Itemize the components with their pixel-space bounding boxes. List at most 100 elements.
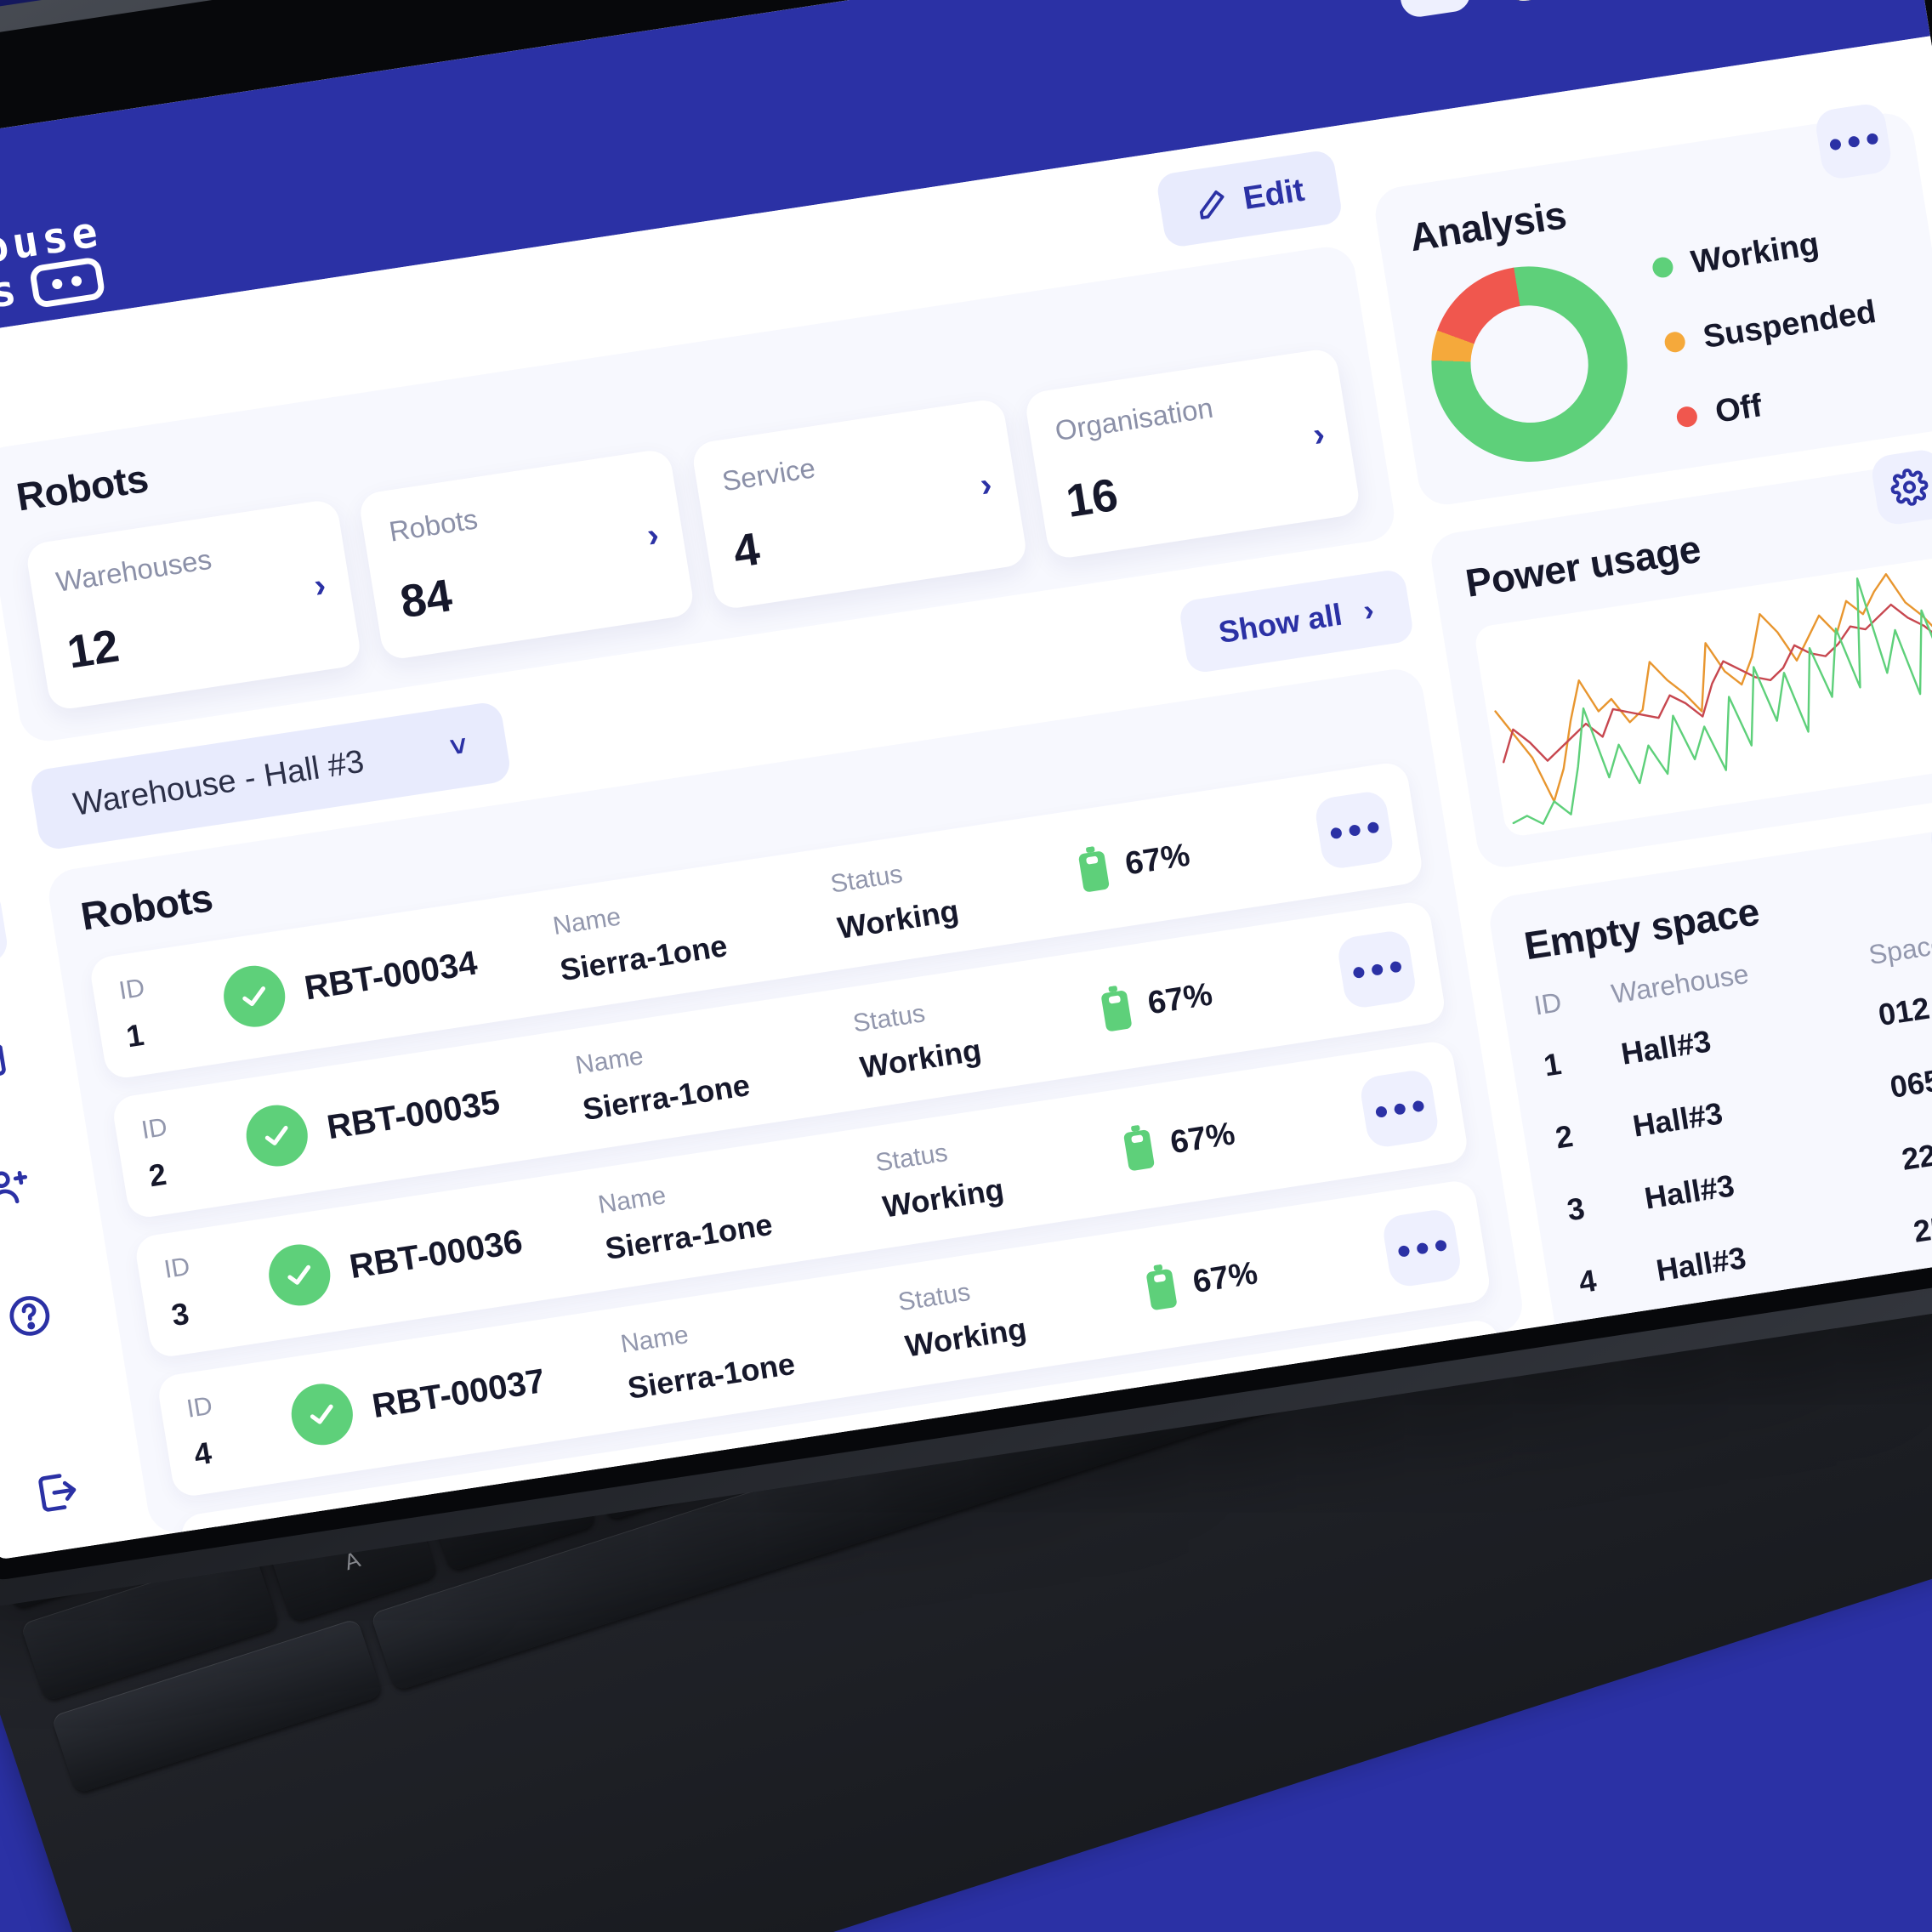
dot <box>1415 1242 1429 1255</box>
robot-eye-right <box>71 275 82 287</box>
robot-battery-cell: 67% <box>1143 1230 1390 1312</box>
column-header-id: ID <box>1531 986 1564 1021</box>
notifications-button[interactable] <box>1393 0 1474 20</box>
robot-id-cell: ID 3 <box>162 1241 276 1333</box>
analysis-legend: Working Suspended Off <box>1650 219 1890 436</box>
stat-value: 84 <box>396 570 456 628</box>
edit-label: Edit <box>1241 172 1307 217</box>
sidebar-item-analytics[interactable] <box>0 885 10 971</box>
robot-id-value: 1 <box>123 1016 146 1054</box>
column-label-id: ID <box>207 1520 313 1537</box>
stat-card-robots[interactable]: Robots 84 › <box>357 447 696 662</box>
empty-space-id: 3 <box>1564 1190 1588 1228</box>
more-horizontal-icon[interactable] <box>1313 789 1395 871</box>
logout-button[interactable] <box>31 1465 85 1520</box>
check-icon <box>219 961 290 1031</box>
donut-hole <box>1462 297 1597 431</box>
robot-status-cell: Status Working <box>896 1252 1152 1364</box>
edit-button[interactable]: Edit <box>1155 149 1344 249</box>
add-user-icon <box>0 1171 28 1208</box>
screen-bezel: warehouse robots Edit Robots Warehouses … <box>0 0 1932 1583</box>
stat-label: Organisation <box>1053 391 1215 447</box>
dot <box>1389 960 1402 974</box>
analysis-chart-area: Working Suspended Off <box>1417 210 1926 475</box>
dot <box>1348 823 1361 837</box>
legend-item-suspended: Suspended <box>1662 293 1878 361</box>
dot <box>1329 827 1343 839</box>
more-horizontal-icon[interactable] <box>1380 1207 1463 1289</box>
analysis-donut-chart <box>1417 253 1642 475</box>
robot-id-cell: ID 2 <box>139 1102 253 1195</box>
header-actions: John Richmond Moderator › <box>1393 0 1872 20</box>
check-icon <box>264 1240 335 1310</box>
logout-icon <box>38 1474 77 1512</box>
main-column: Edit Robots Warehouses 12 › Robots 84 › … <box>0 148 1526 1537</box>
empty-space-card: Empty space ID Warehouse Space 1 Hall#3 … <box>1486 810 1932 1352</box>
legend-label: Working <box>1688 225 1821 281</box>
dot <box>1351 965 1365 979</box>
analysis-menu-button[interactable] <box>1813 101 1894 181</box>
stat-card-warehouses[interactable]: Warehouses 12 › <box>24 497 363 712</box>
dot <box>1434 1239 1447 1252</box>
column-label-id: ID <box>185 1391 215 1423</box>
battery-icon <box>1146 1264 1177 1310</box>
sidebar-item-add-user[interactable] <box>0 1144 52 1229</box>
dot <box>1865 132 1878 145</box>
robot-id-cell: ID 1 <box>117 963 230 1055</box>
avatar-shirt <box>1515 0 1540 2</box>
battery-percent: 67% <box>1122 837 1193 883</box>
sidebar-item-help[interactable] <box>0 1273 72 1358</box>
laptop-mockup: esc F1 F2 F3 F4 F5 F6 F7 F8 F9 F10 F11 F… <box>0 0 1932 1932</box>
robot-code: RBT-00034 <box>301 943 480 1007</box>
robot-name-cell: Name Sierra-1one <box>619 1289 909 1406</box>
power-usage-card: Power usage <box>1427 447 1932 872</box>
legend-label: Suspended <box>1700 293 1879 355</box>
chart-line-series-red <box>1488 596 1932 767</box>
dot <box>1393 1102 1406 1116</box>
column-header-space: Space <box>1866 928 1932 970</box>
stat-label: Service <box>719 452 818 497</box>
warehouse-select-value: Warehouse - Hall #3 <box>71 743 367 823</box>
stat-label: Warehouses <box>54 543 214 598</box>
legend-color-swatch <box>1651 255 1675 280</box>
stat-value: 12 <box>64 620 123 679</box>
robot-id-value: 3 <box>168 1295 192 1333</box>
sidebar-item-documents[interactable] <box>0 1014 31 1100</box>
empty-space-id: 2 <box>1553 1117 1576 1156</box>
document-icon <box>0 1037 6 1079</box>
check-icon <box>287 1379 358 1450</box>
stat-card-organisation[interactable]: Organisation 16 › <box>1023 347 1362 560</box>
battery-icon <box>1101 986 1132 1031</box>
power-usage-line-chart <box>1473 556 1932 838</box>
legend-item-off: Off <box>1674 368 1891 436</box>
battery-percent: 67% <box>1168 1115 1238 1161</box>
dot <box>1847 134 1861 148</box>
stat-card-service[interactable]: Service 4 › <box>690 397 1029 611</box>
stat-value: 16 <box>1062 469 1122 527</box>
empty-space-id: 1 <box>1541 1046 1564 1083</box>
column-label-id: ID <box>116 974 147 1006</box>
robot-id-value: 2 <box>146 1156 169 1194</box>
stat-label: Robots <box>386 503 480 548</box>
more-horizontal-icon[interactable] <box>1335 929 1418 1010</box>
battery-percent: 67% <box>1190 1254 1260 1300</box>
gear-icon <box>1890 469 1929 506</box>
robot-id-value: 4 <box>191 1435 214 1473</box>
battery-percent: 67% <box>1145 976 1215 1021</box>
more-horizontal-icon[interactable] <box>1358 1068 1440 1150</box>
dot <box>1396 1244 1410 1258</box>
bell-icon <box>1412 0 1455 1</box>
avatar[interactable] <box>1483 0 1565 6</box>
robot-name-cell: Name Sierra-1one <box>574 1010 864 1128</box>
dot <box>1411 1100 1424 1112</box>
chevron-right-icon: › <box>1361 591 1377 628</box>
robot-code: RBT-00035 <box>324 1082 503 1146</box>
battery-icon <box>1123 1125 1155 1171</box>
dashboard-screen: warehouse robots Edit Robots Warehouses … <box>0 0 1932 1560</box>
show-all-button[interactable]: Show all › <box>1177 567 1415 674</box>
battery-icon <box>1078 846 1110 892</box>
robot-battery-cell: 67% <box>1120 1091 1367 1173</box>
dot <box>1828 138 1842 151</box>
dot <box>1366 821 1379 834</box>
legend-label: Off <box>1713 387 1765 430</box>
